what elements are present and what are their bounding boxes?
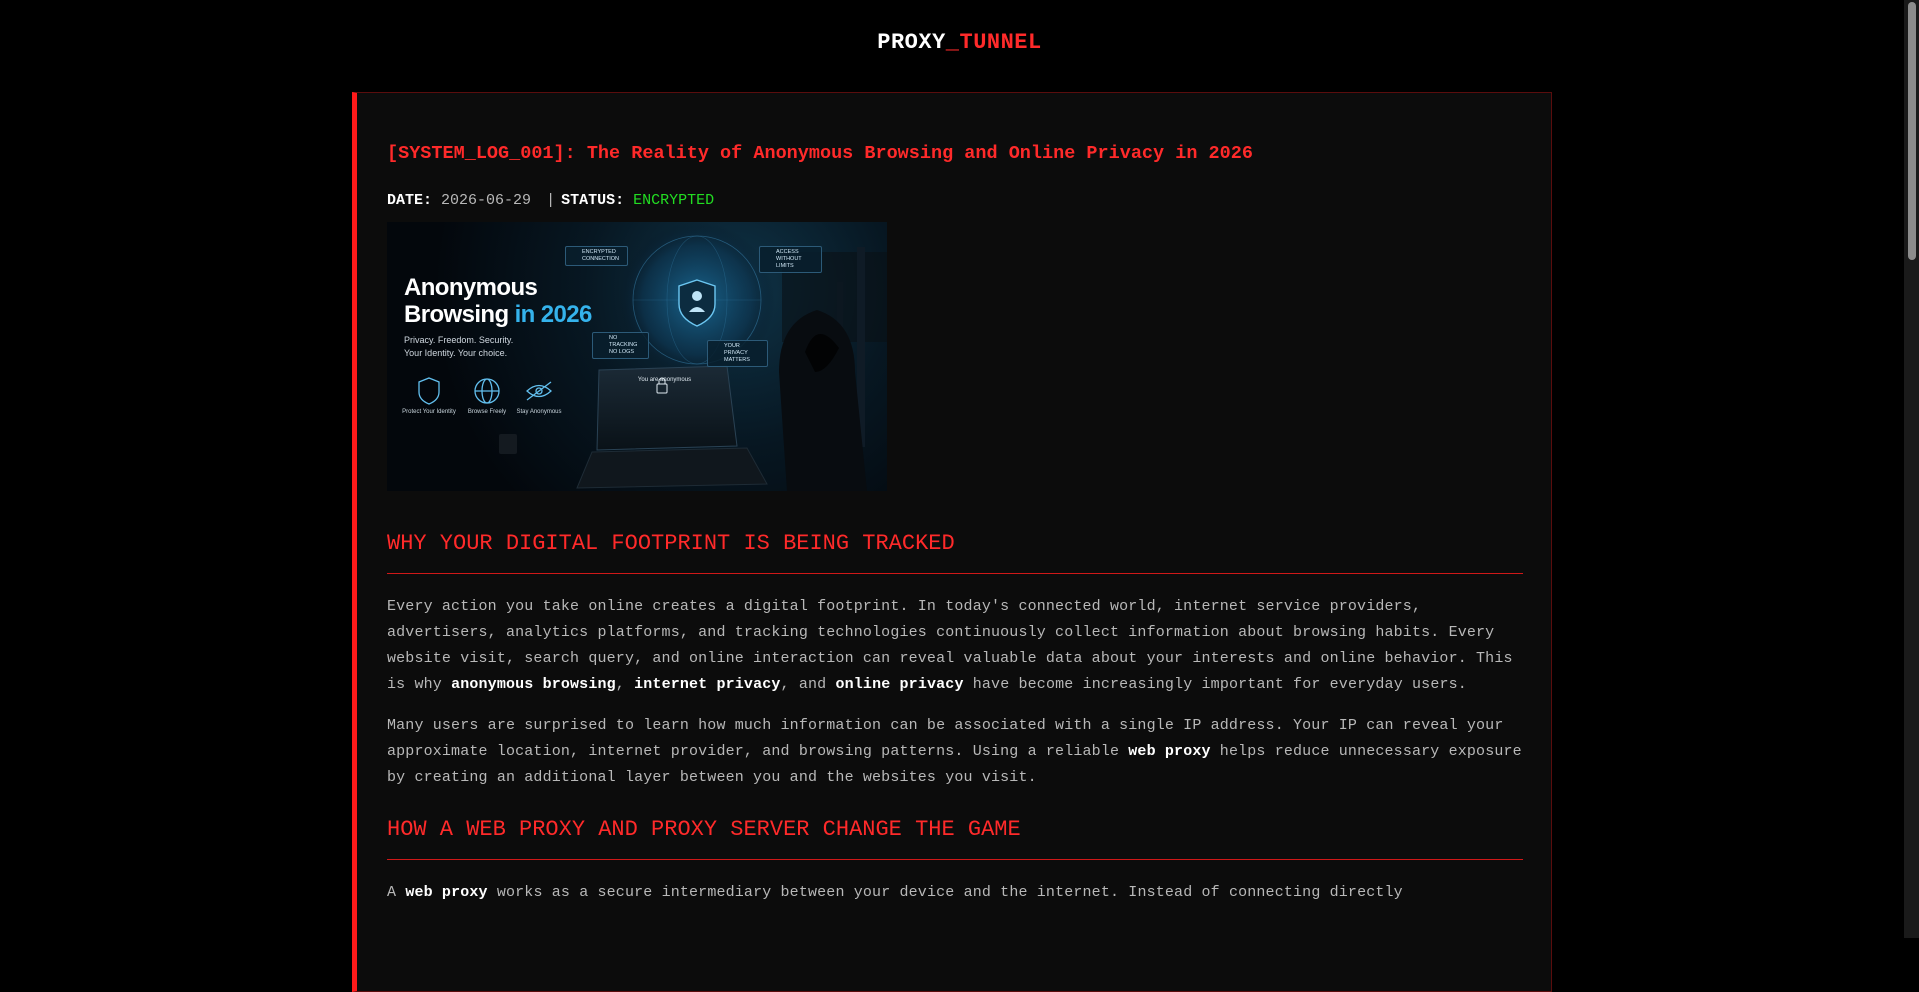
logo-text-accent: _TUNNEL [945,29,1042,55]
section-heading-web-proxy: HOW A WEB PROXY AND PROXY SERVER CHANGE … [387,817,1523,860]
post-content: [SYSTEM_LOG_001]: The Reality of Anonymo… [387,143,1523,906]
text-span: works as a secure intermediary between y… [487,884,1403,901]
status-label: STATUS: [561,192,625,209]
bold-text: anonymous browsing [451,676,616,693]
logo-text-primary: PROXY [877,29,946,55]
post-title: [SYSTEM_LOG_001]: The Reality of Anonymo… [387,143,1253,164]
post-date: 2026-06-29 [441,192,532,209]
section-heading-footprint: WHY YOUR DIGITAL FOOTPRINT IS BEING TRAC… [387,531,1523,574]
hero-tagline: Privacy. Freedom. Security. Your Identit… [404,334,513,360]
chip-encrypted: ENCRYPTED CONNECTION [565,246,628,266]
paragraph-web-proxy: A web proxy works as a secure intermedia… [387,880,1523,906]
hero-title-line1: Anonymous [404,274,538,301]
bold-text: internet privacy [634,676,781,693]
bold-text: web proxy [405,884,488,901]
hero-tagline-2: Your Identity. Your choice. [404,348,508,358]
post-card: [SYSTEM_LOG_001]: The Reality of Anonymo… [352,92,1552,992]
page-scrollbar[interactable] [1904,0,1919,938]
bold-text: web proxy [1128,743,1211,760]
laptop-keyboard [576,447,768,489]
hero-title: Anonymous Browsing in 2026 [404,274,592,328]
screen-text: You are anonymous [637,377,692,383]
chip-no-tracking: NO TRACKING NO LOGS [592,332,649,359]
text-span: have become increasingly important for e… [963,676,1467,693]
date-label: DATE: [387,192,433,209]
scrollbar-thumb[interactable] [1908,2,1916,260]
post-meta: DATE: 2026-06-29 | STATUS: ENCRYPTED [387,192,1523,209]
text-span: A [387,884,406,901]
text-span: , and [780,676,836,693]
hero-title-line2: Browsing [404,301,515,328]
hero-title-year: in 2026 [514,301,593,328]
paragraph-ip-address: Many users are surprised to learn how mu… [387,713,1523,791]
text-span: , [615,676,635,693]
paragraph-footprint: Every action you take online creates a d… [387,594,1523,698]
status-badge: ENCRYPTED [633,192,715,209]
site-logo[interactable]: PROXY_TUNNEL [877,30,1041,63]
site-header: PROXY_TUNNEL [0,0,1919,92]
mug-shape [499,434,517,454]
hero-image: Anonymous Browsing in 2026 Privacy. Free… [387,222,887,491]
chip-access: ACCESS WITHOUT LIMITS [759,246,822,273]
feature-label-3: Stay Anonymous [516,409,562,415]
meta-separator: | [546,192,556,209]
chip-privacy: YOUR PRIVACY MATTERS [707,340,768,367]
hero-tagline-1: Privacy. Freedom. Security. [404,335,514,345]
bold-text: online privacy [835,676,964,693]
